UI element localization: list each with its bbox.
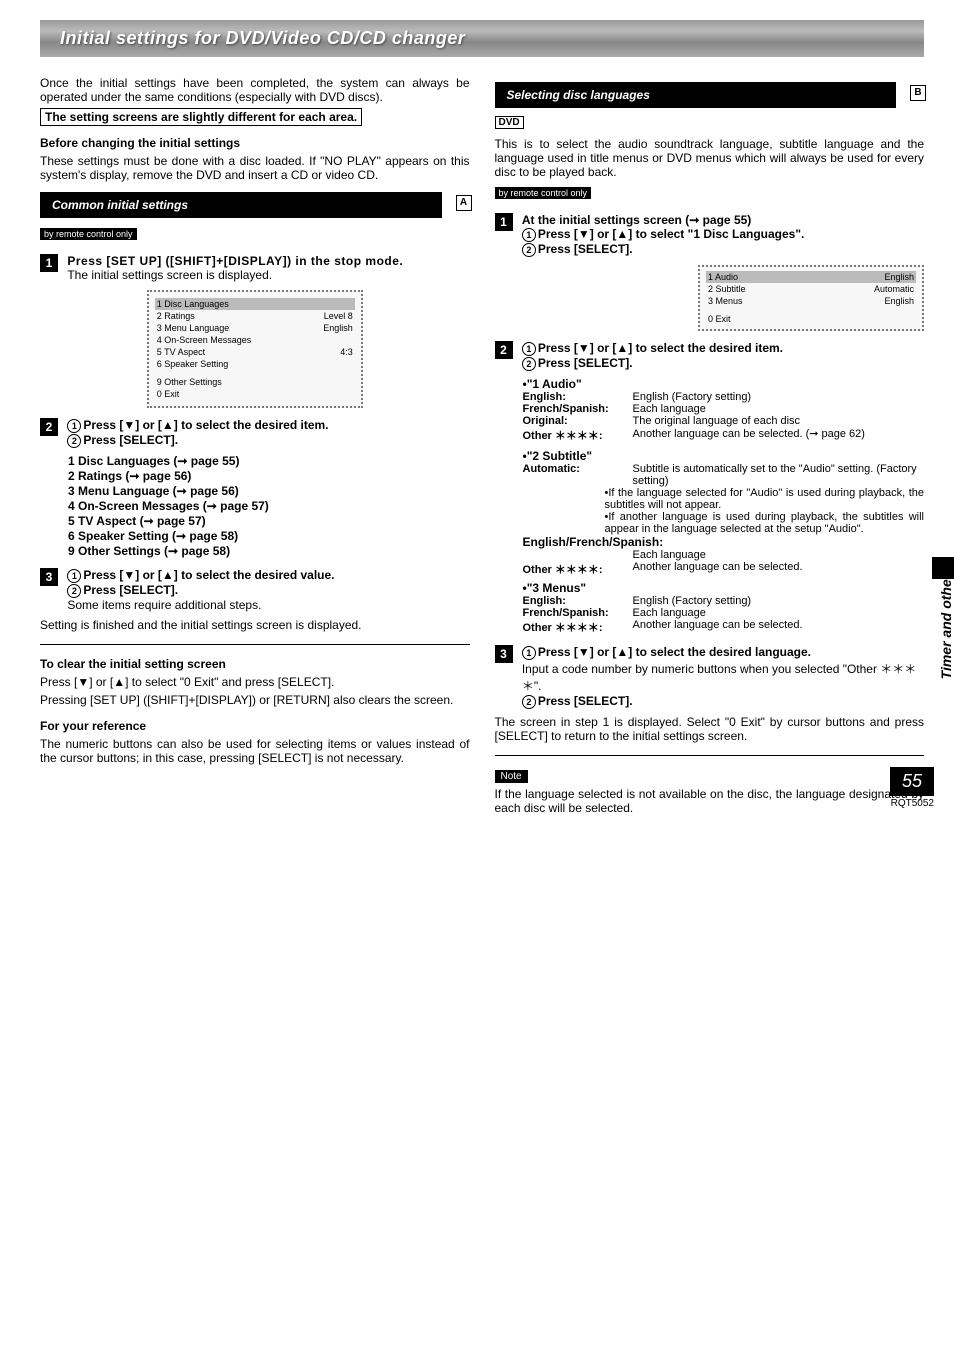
before-text: These settings must be done with a disc …: [40, 154, 470, 182]
subtitle-options: Automatic:Subtitle is automatically set …: [523, 463, 925, 487]
b-end-text: The screen in step 1 is displayed. Selec…: [495, 715, 925, 743]
step-a3: 3 1Press [▼] or [▲] to select the desire…: [40, 568, 470, 612]
right-column: Selecting disc languages B DVD This is t…: [495, 72, 925, 819]
efs-label: English/French/Spanish:: [523, 535, 925, 549]
model-number: RQT5052: [890, 798, 934, 809]
step-b3: 3 1Press [▼] or [▲] to select the desire…: [495, 645, 925, 709]
page-number: 55: [890, 767, 934, 796]
page-title: Initial settings for DVD/Video CD/CD cha…: [40, 20, 924, 57]
section-letter-b: B: [910, 85, 926, 101]
dvd-tag: DVD: [495, 116, 524, 129]
osd-screen-1: 1 Disc Languages 2 RatingsLevel 8 3 Menu…: [147, 290, 363, 408]
remote-only-tag-b: by remote control only: [495, 187, 592, 199]
subtitle-note-1: •If the language selected for "Audio" is…: [605, 487, 925, 511]
step-a1: 1 Press [SET UP] ([SHIFT]+[DISPLAY]) in …: [40, 254, 470, 282]
audio-heading: •"1 Audio": [523, 377, 925, 391]
osd-screen-2: 1 AudioEnglish 2 SubtitleAutomatic 3 Men…: [698, 265, 924, 331]
finish-text: Setting is finished and the initial sett…: [40, 618, 470, 632]
menus-heading: •"3 Menus": [523, 581, 925, 595]
left-column: Once the initial settings have been comp…: [40, 72, 470, 819]
reference-heading: For your reference: [40, 719, 470, 733]
clear-p1: Press [▼] or [▲] to select "0 Exit" and …: [40, 675, 470, 689]
settings-list: 1 Disc Languages (➞ page 55) 2 Ratings (…: [40, 454, 470, 558]
section-a-header: Common initial settings A: [40, 192, 442, 218]
section-letter-a: A: [456, 195, 472, 211]
clear-p2: Pressing [SET UP] ([SHIFT]+[DISPLAY]) or…: [40, 693, 470, 707]
note-tag: Note: [495, 770, 528, 783]
step-b1: 1 At the initial settings screen (➞ page…: [495, 213, 925, 257]
subtitle-note-2: •If another language is used during play…: [605, 511, 925, 535]
intro-text: Once the initial settings have been comp…: [40, 76, 470, 104]
b-intro: This is to select the audio soundtrack l…: [495, 137, 925, 179]
step-b2: 2 1Press [▼] or [▲] to select the desire…: [495, 341, 925, 371]
page-footer: 55 RQT5052: [890, 767, 934, 809]
note-box: The setting screens are slightly differe…: [40, 108, 362, 126]
before-heading: Before changing the initial settings: [40, 136, 470, 150]
step-a2: 2 1Press [▼] or [▲] to select the desire…: [40, 418, 470, 448]
section-b-header: Selecting disc languages B: [495, 82, 897, 108]
audio-options: English:English (Factory setting) French…: [523, 391, 925, 443]
menus-options: English:English (Factory setting) French…: [523, 595, 925, 635]
note-text: If the language selected is not availabl…: [495, 787, 925, 815]
remote-only-tag: by remote control only: [40, 228, 137, 240]
reference-text: The numeric buttons can also be used for…: [40, 737, 470, 765]
side-tab: Timer and others: [938, 566, 954, 679]
subtitle-heading: •"2 Subtitle": [523, 449, 925, 463]
clear-heading: To clear the initial setting screen: [40, 657, 470, 671]
